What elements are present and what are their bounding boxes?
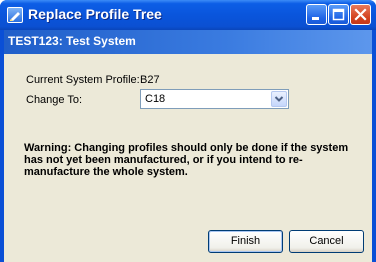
change-to-value: C18	[145, 93, 166, 105]
system-header-text: TEST123: Test System	[8, 34, 136, 48]
dropdown-button[interactable]	[271, 91, 287, 107]
title-bar[interactable]: Replace Profile Tree	[0, 0, 376, 30]
profile-tree-icon	[7, 7, 23, 23]
change-to-label: Change To:	[26, 94, 83, 106]
change-to-select[interactable]: C18	[140, 89, 289, 109]
minimize-button[interactable]	[306, 4, 327, 25]
close-button[interactable]	[350, 4, 371, 25]
cancel-button[interactable]: Cancel	[289, 230, 364, 253]
finish-button[interactable]: Finish	[208, 230, 283, 253]
window-title: Replace Profile Tree	[28, 6, 162, 22]
close-icon	[354, 8, 367, 21]
dialog-body: TEST123: Test System Current System Prof…	[4, 30, 372, 262]
system-header: TEST123: Test System	[4, 30, 372, 54]
maximize-button[interactable]	[328, 4, 349, 25]
maximize-icon	[332, 8, 345, 21]
current-profile-value: B27	[140, 74, 160, 86]
chevron-down-icon	[274, 96, 284, 102]
warning-text: Warning: Changing profiles should only b…	[24, 142, 349, 178]
current-profile-label: Current System Profile:	[26, 74, 140, 86]
minimize-icon	[312, 17, 319, 20]
dialog-window: Replace Profile Tree TEST123: Test Syste…	[0, 0, 376, 262]
